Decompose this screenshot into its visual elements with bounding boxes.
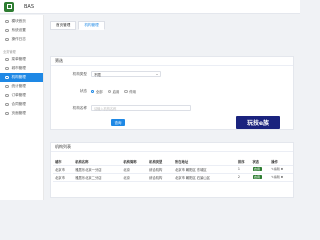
list-title: 机构列表 [51, 143, 293, 152]
col-address: 所在地址 [172, 158, 236, 166]
cell-status: 启用 [250, 165, 270, 174]
cell-name: 雅居乐北京二分店 [73, 173, 122, 182]
page-icon [5, 111, 9, 116]
radio-label: 启用 [112, 90, 120, 94]
name-label: 机构名称 [72, 105, 87, 110]
row-actions[interactable]: ✎编辑 ✖ [271, 167, 283, 171]
status-radio-enabled[interactable]: 启用 [107, 89, 120, 94]
radio-label: 全部 [95, 90, 103, 94]
status-radio-all[interactable]: 全部 [91, 89, 103, 94]
cell-sort: 1 [235, 165, 251, 174]
cell-short: 北京 [121, 173, 148, 182]
city-icon [5, 66, 9, 71]
main-content: 首页管理 机构管理 筛选 机构类型 不限 状态 全部 启用 停用 机构名称 请输… [44, 15, 300, 200]
org-table: 城市 机构名称 机构简称 机构类型 所在地址 排序 状态 操作 北京市 雅居乐北… [53, 158, 293, 182]
status-badge: 启用 [252, 167, 262, 171]
tab-bar: 首页管理 机构管理 [50, 21, 105, 30]
table-header-row: 城市 机构名称 机构简称 机构类型 所在地址 排序 状态 操作 [53, 158, 293, 166]
table-row: 北京市 雅居乐北京一分店 北京 综合机构 北京市 朝阳区 东城区 1 启用 ✎编… [53, 165, 293, 174]
col-sort: 排序 [235, 158, 251, 166]
radio-icon [91, 89, 95, 94]
contract-icon [5, 102, 9, 107]
col-name: 机构名称 [73, 158, 122, 166]
sidebar-item-label: 合同管理 [11, 102, 26, 106]
sidebar-item-log[interactable]: 操作日志 [0, 35, 43, 44]
app-logo [4, 1, 14, 12]
type-label: 机构类型 [72, 71, 87, 76]
cell-actions: ✎编辑 ✖ [269, 173, 293, 182]
col-status: 状态 [250, 158, 270, 166]
stats-icon [5, 84, 9, 89]
log-icon [5, 37, 9, 42]
sidebar-item-label: 模块首页 [11, 19, 26, 23]
sidebar-group-label: 业务管理 [3, 49, 16, 54]
row-actions[interactable]: ✎编辑 ✖ [271, 175, 283, 179]
radio-label: 停用 [129, 90, 137, 94]
cell-type: 综合机构 [147, 165, 173, 174]
cell-address: 北京市 朝阳区 东城区 [172, 165, 236, 174]
filter-title: 筛选 [51, 57, 293, 66]
cell-city: 北京市 [53, 165, 74, 174]
sidebar-item-label: 统计管理 [11, 84, 26, 88]
sidebar: 模块首页 系统设置 操作日志 业务管理 菜单管理 城市管理 机构管理 统计管理 [0, 15, 44, 200]
tab-org[interactable]: 机构管理 [78, 21, 105, 30]
sidebar-item-settings[interactable]: 系统设置 [0, 26, 43, 35]
order-icon [5, 93, 9, 98]
tab-home[interactable]: 首页管理 [50, 21, 77, 30]
status-radio-disabled[interactable]: 停用 [124, 89, 136, 94]
top-bar: BAS [0, 0, 300, 14]
sidebar-item-label: 订单管理 [11, 93, 26, 97]
watermark-badge: 玩技e族 [236, 116, 280, 129]
app-title: BAS [24, 3, 35, 10]
app-window: BAS 模块首页 系统设置 操作日志 业务管理 菜单管理 城市管理 机构管理 统… [0, 0, 300, 200]
home-icon [5, 19, 9, 24]
col-type: 机构类型 [147, 158, 173, 166]
sidebar-item-menu[interactable]: 菜单管理 [0, 55, 43, 64]
menu-icon [5, 57, 9, 62]
cell-short: 北京 [121, 165, 148, 174]
radio-icon [124, 89, 128, 94]
name-input[interactable]: 请输入机构名称 [91, 105, 191, 111]
col-actions: 操作 [269, 158, 293, 166]
settings-icon [5, 28, 9, 33]
cell-type: 综合机构 [147, 173, 173, 182]
col-city: 城市 [53, 158, 74, 166]
query-button[interactable]: 查询 [111, 119, 125, 126]
cell-city: 北京市 [53, 173, 74, 182]
sidebar-item-home[interactable]: 模块首页 [0, 17, 43, 26]
type-select[interactable]: 不限 [91, 71, 161, 77]
sidebar-item-label: 菜单管理 [11, 57, 26, 61]
sidebar-item-label: 操作日志 [11, 37, 26, 41]
list-panel: 机构列表 城市 机构名称 机构简称 机构类型 所在地址 排序 状态 操作 北京市… [50, 142, 294, 198]
col-short: 机构简称 [121, 158, 148, 166]
sidebar-item-contract[interactable]: 合同管理 [0, 100, 43, 109]
sidebar-item-stats[interactable]: 统计管理 [0, 82, 43, 91]
sidebar-item-label: 城市管理 [11, 66, 26, 70]
sidebar-item-order[interactable]: 订单管理 [0, 91, 43, 100]
sidebar-item-org[interactable]: 机构管理 [0, 73, 43, 82]
sidebar-item-page[interactable]: 页面管理 [0, 109, 43, 118]
status-label: 状态 [79, 89, 87, 93]
cell-status: 启用 [250, 173, 270, 182]
org-icon [5, 75, 9, 80]
sidebar-item-label: 机构管理 [11, 75, 26, 79]
table-row: 北京市 雅居乐北京二分店 北京 综合机构 北京市 朝阳区 石景山区 2 启用 ✎… [53, 173, 293, 182]
status-badge: 启用 [252, 175, 262, 179]
status-row: 状态 全部 启用 停用 [51, 89, 141, 94]
name-row: 机构名称 请输入机构名称 [51, 105, 191, 111]
radio-icon [107, 89, 112, 94]
cell-address: 北京市 朝阳区 石景山区 [172, 173, 236, 182]
sidebar-item-label: 页面管理 [11, 111, 26, 115]
sidebar-item-label: 系统设置 [11, 28, 26, 32]
type-select-value: 不限 [94, 72, 101, 77]
cell-name: 雅居乐北京一分店 [73, 165, 122, 174]
type-row: 机构类型 不限 [51, 71, 161, 77]
cell-sort: 2 [235, 173, 251, 182]
cell-actions: ✎编辑 ✖ [269, 165, 293, 174]
chevron-down-icon [156, 73, 158, 75]
sidebar-item-city[interactable]: 城市管理 [0, 64, 43, 73]
